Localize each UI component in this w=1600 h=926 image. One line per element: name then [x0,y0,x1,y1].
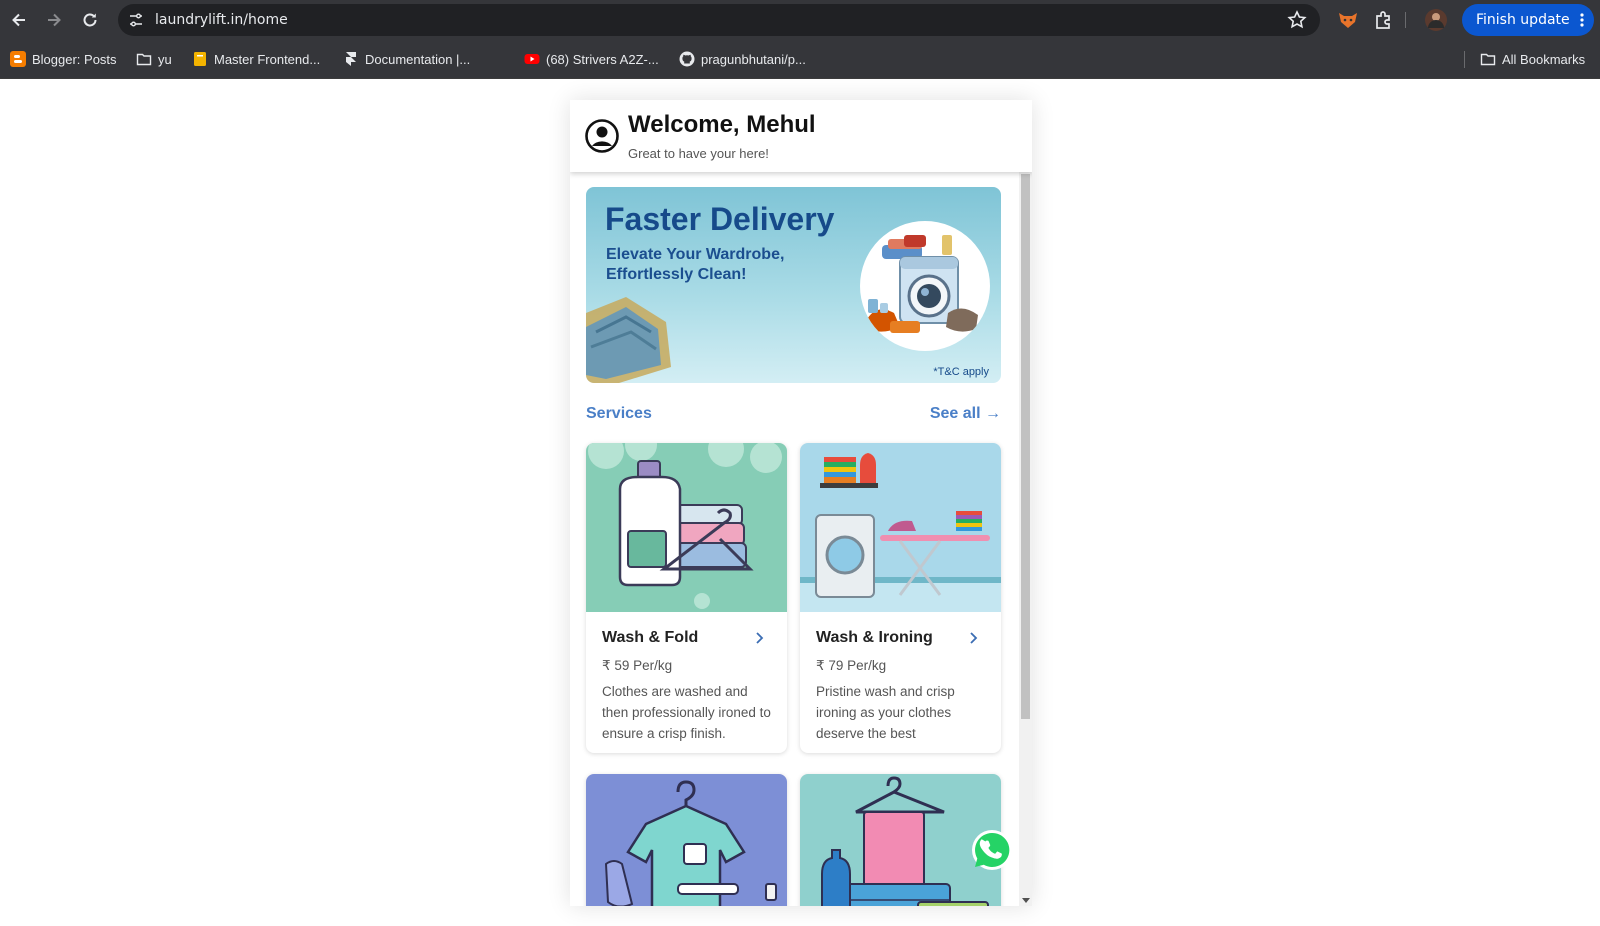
chevron-right-icon[interactable] [755,631,765,645]
service-title: Wash & Fold [602,629,699,646]
profile-avatar-icon[interactable] [1424,8,1448,32]
forward-button[interactable] [42,8,66,32]
service-description: Clothes are washed and then professional… [602,684,771,741]
banner-subtitle: Elevate Your Wardrobe, Effortlessly Clea… [606,246,785,283]
whatsapp-chat-icon[interactable] [971,829,1013,871]
service-title: Wash & Ironing [816,629,933,646]
more-vert-icon [1580,13,1584,27]
extensions-puzzle-icon[interactable] [1372,8,1396,32]
all-bookmarks-button[interactable]: All Bookmarks [1480,50,1585,68]
scrollbar-thumb[interactable] [1021,174,1030,719]
bookmark-yu[interactable]: yu [136,50,172,68]
url-text: laundrylift.in/home [155,12,288,28]
page-viewport: Welcome, Mehul Great to have your here! … [0,79,1600,926]
bookmark-documentation[interactable]: Documentation |... [343,50,470,68]
bookmark-github[interactable]: pragunbhutani/p... [679,50,806,68]
welcome-heading: Welcome, Mehul [628,111,816,138]
service-price: ₹ 79 Per/kg [816,658,887,673]
detergent-hanger-image [586,443,787,612]
chevron-right-icon[interactable] [969,631,979,645]
shirt-hanger-image [586,774,787,906]
reload-button[interactable] [78,8,102,32]
folder-icon [136,53,152,66]
bookmark-strivers[interactable]: (68) Strivers A2Z-... [524,50,659,68]
finish-update-label: Finish update [1476,12,1570,28]
address-bar[interactable]: laundrylift.in/home [118,4,1320,36]
youtube-icon [524,54,540,64]
services-heading: Services [586,405,652,422]
banner-title: Faster Delivery [605,201,835,237]
notebook-icon [194,52,206,66]
browser-toolbar: laundrylift.in/home Finish update [0,0,1600,40]
bookmark-blogger[interactable]: Blogger: Posts [10,50,117,68]
terms-note: *T&C apply [933,366,989,378]
laundry-basket-image [586,297,671,383]
see-all-link[interactable]: See all → [930,405,1001,423]
service-card-wash-fold[interactable]: Wash & Fold ₹ 59 Per/kg Clothes are wash… [586,443,787,753]
service-description: Pristine wash and crisp ironing as your … [816,684,955,741]
finish-update-button[interactable]: Finish update [1462,4,1594,36]
washing-machine-image [860,221,990,351]
fox-extension-icon[interactable] [1336,8,1360,32]
welcome-subtitle: Great to have your here! [628,146,769,161]
arrow-left-icon [12,13,25,27]
bookmark-master-frontend[interactable]: Master Frontend... [192,50,320,68]
service-card-dry-clean[interactable] [586,774,787,906]
user-avatar-icon[interactable] [585,119,619,153]
reload-icon [83,13,97,27]
back-button[interactable] [7,8,31,32]
blogger-icon [10,51,26,67]
github-icon [679,51,695,67]
scroll-down-arrow-icon[interactable] [1022,898,1030,903]
washing-machine-icon [866,235,978,333]
bookmark-star-icon[interactable] [1286,9,1308,31]
service-card-wash-ironing[interactable]: Wash & Ironing ₹ 79 Per/kg Pristine wash… [800,443,1001,753]
arrow-right-icon [48,13,61,27]
page-scrollbar[interactable] [1019,172,1032,906]
app-header: Welcome, Mehul Great to have your here! [570,100,1032,172]
bookmarks-divider [1464,51,1465,68]
framer-icon [346,52,356,66]
washer-ironing-board-image [800,443,1001,612]
service-price: ₹ 59 Per/kg [602,658,673,673]
site-info-icon[interactable] [126,10,146,30]
promo-banner[interactable]: Faster Delivery Elevate Your Wardrobe, E… [586,187,1001,383]
bookmarks-bar: Blogger: Posts yu Master Frontend... Doc… [0,40,1600,79]
toolbar-divider [1405,12,1406,28]
folder-icon [1480,53,1496,66]
mobile-app-frame: Welcome, Mehul Great to have your here! … [570,100,1032,906]
